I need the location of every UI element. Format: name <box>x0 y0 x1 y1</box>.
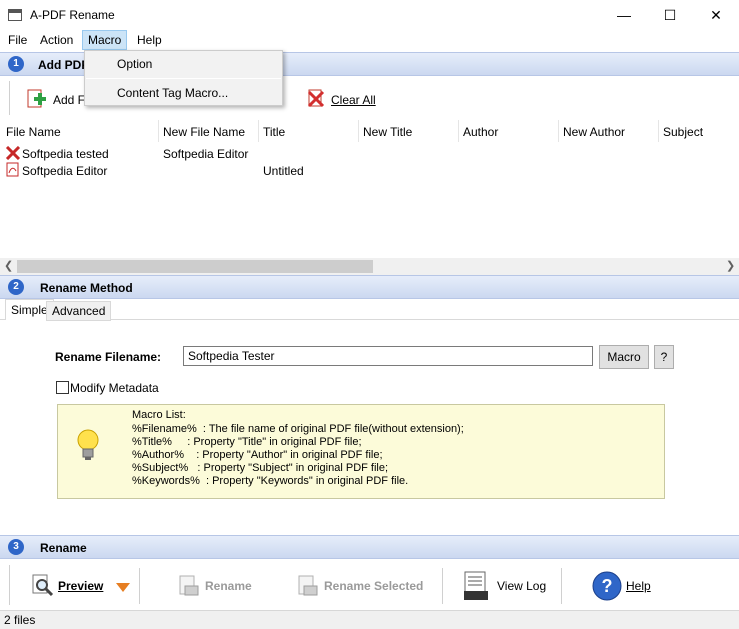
lightbulb-icon <box>76 428 100 462</box>
modify-metadata-checkbox[interactable] <box>56 381 69 394</box>
scroll-right-icon[interactable]: ❯ <box>726 259 735 272</box>
scroll-left-icon[interactable]: ❮ <box>4 259 13 272</box>
help-button[interactable]: Help <box>626 579 651 593</box>
toolbar-divider <box>139 568 140 604</box>
column-header-title[interactable]: Title <box>263 125 285 139</box>
table-cell-new-file-name[interactable]: Softpedia Editor <box>163 147 248 161</box>
modify-metadata-label[interactable]: Modify Metadata <box>70 381 159 395</box>
rename-button[interactable]: Rename <box>205 579 252 593</box>
column-header-subject[interactable]: Subject <box>663 125 703 139</box>
help-question-button[interactable]: ? <box>654 345 674 369</box>
table-cell-file-name[interactable]: Softpedia tested <box>22 147 109 161</box>
macro-list-heading: Macro List: <box>132 409 186 421</box>
preview-button[interactable]: Preview <box>58 579 103 593</box>
pdf-file-icon <box>6 162 20 177</box>
error-x-icon <box>5 146 21 160</box>
maximize-button[interactable]: ☐ <box>647 0 693 30</box>
rename-selected-icon <box>297 575 319 597</box>
macro-list-line: %Subject% : Property "Subject" in origin… <box>132 462 389 474</box>
rename-selected-button[interactable]: Rename Selected <box>324 579 423 593</box>
preview-dropdown-arrow-icon[interactable] <box>116 583 130 592</box>
menu-action[interactable]: Action <box>35 30 78 50</box>
column-divider <box>558 120 559 142</box>
column-header-author[interactable]: Author <box>463 125 498 139</box>
menu-item-option[interactable]: Option <box>117 57 152 71</box>
menu-divider <box>86 78 281 79</box>
clear-all-icon <box>306 88 326 108</box>
toolbar-divider <box>442 568 443 604</box>
column-header-new-title[interactable]: New Title <box>363 125 412 139</box>
scrollbar-thumb[interactable] <box>17 260 373 273</box>
rename-icon <box>178 575 200 597</box>
section-rename: 3 Rename <box>0 535 739 559</box>
preview-magnifier-icon <box>31 573 55 597</box>
step-number: 2 <box>8 279 24 295</box>
section-title: Rename <box>40 541 87 555</box>
macro-list-line: %Author% : Property "Author" in original… <box>132 449 383 461</box>
macro-button[interactable]: Macro <box>599 345 649 369</box>
rename-filename-label: Rename Filename: <box>55 350 162 364</box>
minimize-button[interactable]: — <box>601 0 647 30</box>
app-icon <box>8 9 22 21</box>
toolbar-divider <box>9 565 10 605</box>
section-rename-method: 2 Rename Method <box>0 275 739 299</box>
column-header-file-name[interactable]: File Name <box>6 125 61 139</box>
macro-list-line: %Title% : Property "Title" in original P… <box>132 436 362 448</box>
column-header-new-author[interactable]: New Author <box>563 125 625 139</box>
menu-macro[interactable]: Macro <box>82 30 128 50</box>
section-title: Add PDF <box>38 58 89 72</box>
macro-list-line: %Filename% : The file name of original P… <box>132 423 464 435</box>
macro-list-line: %Keywords% : Property "Keywords" in orig… <box>132 475 409 487</box>
column-divider <box>358 120 359 142</box>
svg-text:?: ? <box>602 576 613 596</box>
toolbar-divider <box>9 81 10 115</box>
status-bar <box>0 610 739 629</box>
add-file-icon <box>25 88 47 110</box>
column-divider <box>158 120 159 142</box>
toolbar-divider <box>561 568 562 604</box>
table-cell-title[interactable]: Untitled <box>263 164 304 178</box>
table-cell-file-name[interactable]: Softpedia Editor <box>22 164 107 178</box>
view-log-button[interactable]: View Log <box>497 579 546 593</box>
step-number: 1 <box>8 56 24 72</box>
clear-all-button[interactable]: Clear All <box>331 93 376 107</box>
step-number: 3 <box>8 539 24 555</box>
column-divider <box>658 120 659 142</box>
view-log-icon <box>463 571 489 601</box>
help-circle-icon: ? <box>591 570 623 602</box>
column-divider <box>458 120 459 142</box>
file-list[interactable] <box>0 120 739 258</box>
rename-filename-input[interactable] <box>183 346 593 366</box>
column-divider <box>258 120 259 142</box>
status-file-count: 2 files <box>4 613 36 627</box>
tab-advanced[interactable]: Advanced <box>46 301 112 321</box>
add-file-button[interactable]: Add F <box>53 93 85 107</box>
column-header-new-file-name[interactable]: New File Name <box>163 125 245 139</box>
menu-file[interactable]: File <box>3 30 32 50</box>
section-title: Rename Method <box>40 281 133 295</box>
window-title: A-PDF Rename <box>30 8 115 22</box>
menu-help[interactable]: Help <box>132 30 167 50</box>
close-button[interactable]: ✕ <box>693 0 739 30</box>
menu-item-content-tag-macro[interactable]: Content Tag Macro... <box>117 86 228 100</box>
